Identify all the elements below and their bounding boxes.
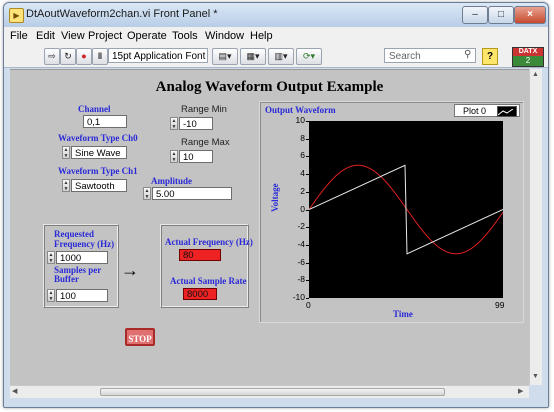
menu-view[interactable]: View [61,30,85,42]
samples-per-buffer-input[interactable]: 100 [56,289,108,302]
amplitude-label: Amplitude [151,176,193,186]
y-tick-label: -4 [297,238,305,249]
x-tick-label: 0 [306,300,311,310]
plot-legend-label: Plot 0 [463,106,487,116]
x-tick-label: 99 [495,300,505,310]
search-input[interactable]: Search [384,48,476,63]
y-tick-label: 2 [300,185,305,196]
title-bar[interactable]: ▶ DtAoutWaveform2chan.vi Front Panel * –… [4,3,548,27]
horizontal-scroll-thumb[interactable] [100,388,445,396]
y-tick-label: -6 [297,256,305,267]
channel-input[interactable]: 0,1 [83,115,127,128]
abort-icon[interactable]: ● [76,48,92,65]
horizontal-scrollbar[interactable]: ◀ ▶ [10,385,529,398]
reorder-icon[interactable]: ⟳▾ [296,48,322,65]
font-dropdown[interactable]: 15pt Application Font [108,48,208,63]
window-title: DtAoutWaveform2chan.vi Front Panel * [26,8,218,20]
amplitude-spinner[interactable]: ▲ ▼ [143,187,151,200]
actual-frequency-indicator: 80 [179,249,221,261]
scroll-right-arrow-icon[interactable]: ▶ [518,387,523,395]
range-max-spinner[interactable]: ▲ ▼ [170,150,178,163]
vertical-scrollbar[interactable]: ▲ ▼ [529,69,542,385]
maximize-button[interactable]: □ [488,6,514,24]
run-arrow-icon[interactable]: ⇨ [44,48,60,65]
run-continuously-icon[interactable]: ↻ [60,48,76,65]
menu-project[interactable]: Project [88,30,122,42]
panel-top-border [10,69,529,70]
y-tick-label: 10 [295,115,305,125]
y-tick-label: 4 [300,168,305,179]
flow-arrow-icon: → [121,260,139,280]
range-min-spinner[interactable]: ▲ ▼ [170,117,178,130]
range-max-input[interactable]: 10 [179,150,213,163]
actual-sample-rate-indicator: 8000 [183,288,217,300]
menu-bar: File Edit View Project Operate Tools Win… [4,27,548,46]
y-tick-label: -10 [292,292,305,302]
y-tick-label: -2 [297,221,305,232]
samples-per-buffer-spinner[interactable]: ▲ ▼ [47,289,55,302]
plot-legend-swatch [497,106,517,117]
actual-frequency-label: Actual Frequency (Hz) [165,237,253,247]
toolbar: ⇨ ↻ ● ǁ 15pt Application Font ▤▾ ▦▾ ▥▾ ⟳… [4,45,548,68]
amplitude-input[interactable]: 5.00 [152,187,232,200]
minimize-button[interactable]: – [462,6,488,24]
y-tick-label: 8 [300,132,305,143]
samples-per-buffer-label-2: Buffer [54,274,79,284]
stop-button[interactable]: STOP [125,328,155,346]
y-tick-label: 0 [300,203,305,214]
channel-label: Channel [78,104,111,114]
search-icon[interactable]: ⚲ [464,49,471,60]
close-button[interactable]: × [514,6,546,24]
actual-sample-rate-label: Actual Sample Rate [170,276,247,286]
plot-svg [308,164,504,255]
x-axis-label: Time [393,309,413,319]
range-max-label: Range Max [181,137,230,148]
menu-help[interactable]: Help [250,30,273,42]
y-tick-label: 6 [300,150,305,161]
series-sawtooth-line [308,164,504,255]
menu-edit[interactable]: Edit [36,30,55,42]
labview-window: ▶ DtAoutWaveform2chan.vi Front Panel * –… [3,2,549,408]
vi-icon-datx-label: DATX [513,48,543,56]
pause-icon[interactable]: ǁ [92,48,108,65]
waveform-type-ch0-label: Waveform Type Ch0 [58,133,138,143]
requested-frequency-input[interactable]: 1000 [56,251,108,264]
distribute-objects-icon[interactable]: ▦▾ [240,48,266,65]
waveform-graph: Output Waveform Plot 0 10 8 6 4 2 0 -2 -4 -6 -8 -1… [259,101,524,323]
menu-operate[interactable]: Operate [127,30,167,42]
context-help-button[interactable]: ? [482,48,498,65]
front-panel: Analog Waveform Output Example Channel 0… [10,69,529,385]
resize-objects-icon[interactable]: ▥▾ [268,48,294,65]
vi-icon-datx: DATX 2 [512,47,544,67]
y-axis-label: Voltage [270,183,280,212]
menu-file[interactable]: File [10,30,28,42]
align-objects-icon[interactable]: ▤▾ [212,48,238,65]
scroll-up-arrow-icon[interactable]: ▲ [532,71,539,78]
plot-legend[interactable]: Plot 0 [454,104,520,117]
waveform-type-ch0-select[interactable]: Sine Wave [71,146,127,159]
y-tick-label: -8 [297,274,305,285]
scroll-down-arrow-icon[interactable]: ▼ [532,373,539,380]
waveform-type-ch1-label: Waveform Type Ch1 [58,166,138,176]
menu-tools[interactable]: Tools [172,30,198,42]
panel-title: Analog Waveform Output Example [155,79,384,95]
requested-frequency-label-1: Requested [54,229,94,239]
waveform-type-ch1-spinner[interactable]: ▲ ▼ [62,179,70,192]
scroll-left-arrow-icon[interactable]: ◀ [12,387,17,395]
y-tick-mark [306,298,309,299]
vi-icon-datx-number: 2 [513,56,543,66]
requested-frequency-spinner[interactable]: ▲ ▼ [47,251,55,264]
waveform-type-ch0-spinner[interactable]: ▲ ▼ [62,146,70,159]
waveform-type-ch1-select[interactable]: Sawtooth [71,179,127,192]
range-min-input[interactable]: -10 [179,117,213,130]
range-min-label: Range Min [181,104,227,115]
plot-area[interactable] [308,121,504,298]
labview-vi-icon: ▶ [9,8,24,23]
graph-title: Output Waveform [265,105,336,115]
requested-frequency-label-2: Frequency (Hz) [54,239,115,249]
menu-window[interactable]: Window [205,30,244,42]
